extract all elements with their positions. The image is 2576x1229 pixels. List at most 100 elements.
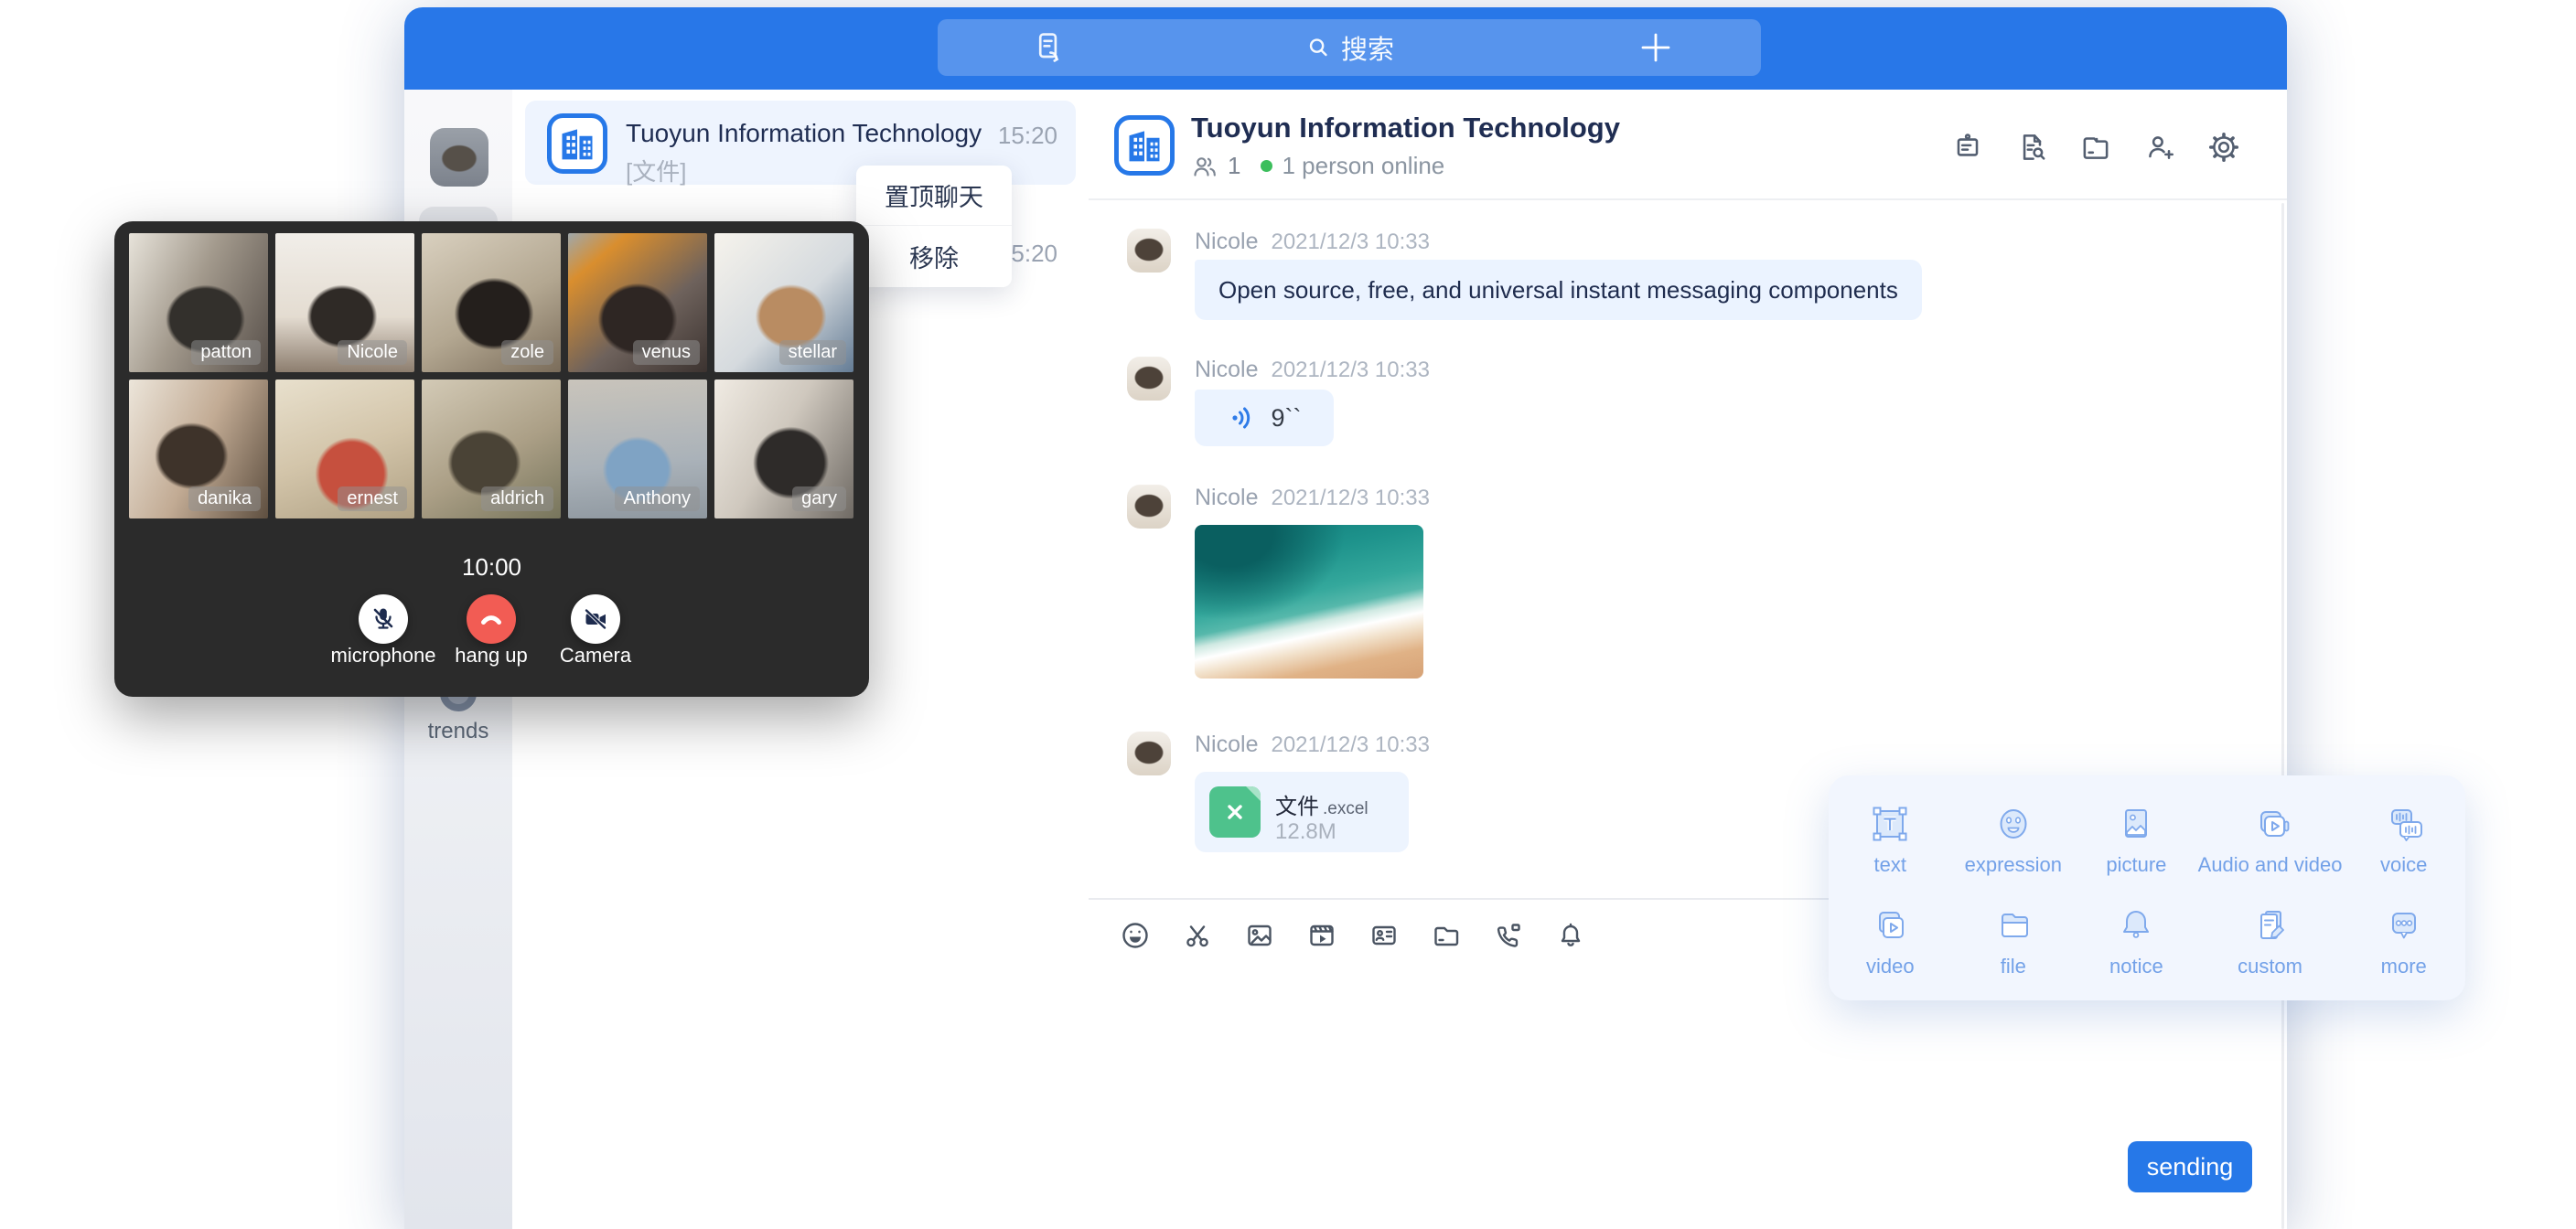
participant-name: stellar [779, 340, 846, 365]
emoji-icon[interactable] [1118, 918, 1153, 953]
sender-name: Nicole [1195, 229, 1258, 255]
mic-off-icon [370, 605, 397, 633]
attach-option-expression[interactable]: expression [1952, 788, 2076, 890]
participant-name: ernest [338, 486, 407, 511]
attach-option-notice[interactable]: notice [2075, 890, 2198, 991]
attach-option-more[interactable]: more [2342, 890, 2465, 991]
group-title: Tuoyun Information Technology [1191, 112, 1620, 144]
participant-tile[interactable]: zole [422, 233, 561, 372]
participant-name: Nicole [338, 340, 407, 365]
screenshot-scissors-icon[interactable] [1180, 918, 1215, 953]
participant-name: gary [792, 486, 846, 511]
announcement-icon[interactable] [1949, 129, 1986, 166]
online-dot [1261, 160, 1272, 172]
participant-name: Anthony [615, 486, 700, 511]
folder-icon[interactable] [1429, 918, 1464, 953]
group-status-row: 1 1 person online [1191, 152, 1444, 180]
voice-wave-icon [1228, 402, 1259, 433]
voice-message-bubble[interactable]: 9`` [1195, 390, 1334, 446]
excel-file-icon [1209, 786, 1261, 838]
voice-duration: 9`` [1272, 404, 1302, 433]
participant-tile[interactable]: stellar [714, 233, 853, 372]
search-field[interactable]: 搜索 [1304, 28, 1394, 67]
notification-bell-icon[interactable] [1553, 918, 1588, 953]
file-size: 12.8M [1275, 819, 1336, 845]
composer-toolbar [1118, 918, 1588, 953]
microphone-button[interactable] [359, 594, 408, 644]
camera-button[interactable] [571, 594, 620, 644]
sender-name: Nicole [1195, 732, 1258, 758]
file-message-bubble[interactable]: 文件.excel 12.8M [1195, 772, 1409, 852]
file-fold-corner [1246, 786, 1261, 801]
participant-tile[interactable]: ernest [275, 379, 414, 518]
search-icon [1304, 34, 1332, 61]
message-time: 2021/12/3 10:33 [1271, 358, 1430, 383]
hang-up-button[interactable] [467, 594, 516, 644]
attach-option-video[interactable]: video [1829, 890, 1952, 991]
attach-option-text[interactable]: text [1829, 788, 1952, 890]
text-icon [1868, 802, 1912, 846]
contact-card-icon[interactable] [1367, 918, 1401, 953]
attach-option-audio-video[interactable]: Audio and video [2198, 788, 2343, 890]
message-meta: Nicole 2021/12/3 10:33 [1195, 485, 1430, 511]
context-menu: 置顶聊天 移除 [856, 166, 1012, 287]
message-scrollbar[interactable] [2281, 203, 2284, 1229]
message-meta: Nicole 2021/12/3 10:33 [1195, 357, 1430, 383]
group-avatar-icon[interactable] [547, 113, 607, 178]
participant-tile[interactable]: Anthony [568, 379, 707, 518]
message-time: 2021/12/3 10:33 [1271, 732, 1430, 758]
chat-header-actions [1949, 129, 2242, 166]
settings-icon[interactable] [2206, 129, 2242, 166]
attach-option-file[interactable]: file [1952, 890, 2076, 991]
participant-tile[interactable]: venus [568, 233, 707, 372]
sender-avatar[interactable] [1127, 485, 1171, 529]
menu-item-pin-chat[interactable]: 置顶聊天 [856, 166, 1012, 226]
video-call-window: patton Nicole zole venus stellar danika … [114, 221, 869, 697]
search-bar[interactable]: 搜索 [938, 19, 1761, 76]
attach-type-panel: text expression picture [1829, 775, 2465, 1000]
participant-tile[interactable]: gary [714, 379, 853, 518]
text-message-bubble[interactable]: Open source, free, and universal instant… [1195, 260, 1922, 320]
sender-avatar[interactable] [1127, 357, 1171, 401]
call-log-icon[interactable] [1029, 29, 1066, 70]
message-time: 2021/12/3 10:33 [1271, 230, 1430, 255]
picture-attach-icon [2114, 802, 2158, 846]
video-clip-icon[interactable] [1304, 918, 1339, 953]
sender-avatar[interactable] [1127, 732, 1171, 775]
sidebar-item-trends[interactable]: trends [404, 719, 512, 744]
participant-tile[interactable]: aldrich [422, 379, 561, 518]
menu-item-remove[interactable]: 移除 [856, 226, 1012, 286]
participant-tile[interactable]: patton [129, 233, 268, 372]
picture-icon[interactable] [1242, 918, 1277, 953]
group-header-icon [1114, 115, 1175, 180]
voice-attach-icon [2382, 802, 2426, 846]
members-icon [1191, 153, 1218, 180]
add-button[interactable] [1637, 29, 1674, 70]
custom-icon [2249, 903, 2292, 947]
conversation-title: Tuoyun Information Technology [626, 119, 982, 148]
sender-avatar[interactable] [1127, 229, 1171, 273]
camera-off-icon [582, 605, 609, 633]
message-meta: Nicole 2021/12/3 10:33 [1195, 732, 1430, 758]
image-message-beach[interactable] [1195, 525, 1423, 679]
participant-tile[interactable]: Nicole [275, 233, 414, 372]
files-icon[interactable] [2077, 129, 2114, 166]
member-count: 1 [1228, 152, 1240, 180]
file-ext: .excel [1323, 799, 1368, 818]
attach-option-picture[interactable]: picture [2075, 788, 2198, 890]
camera-label: Camera [504, 644, 687, 668]
send-button[interactable]: sending [2128, 1141, 2252, 1192]
search-placeholder: 搜索 [1341, 28, 1394, 67]
chat-history-search-icon[interactable] [2013, 129, 2050, 166]
participant-tile[interactable]: danika [129, 379, 268, 518]
attach-option-custom[interactable]: custom [2198, 890, 2343, 991]
add-member-icon[interactable] [2141, 129, 2178, 166]
video-attach-icon [1868, 903, 1912, 947]
call-icon[interactable] [1491, 918, 1526, 953]
call-timer: 10:00 [114, 553, 869, 582]
file-attach-icon [1991, 903, 2035, 947]
user-avatar[interactable] [430, 128, 488, 187]
sender-name: Nicole [1195, 485, 1258, 511]
hang-up-icon [476, 604, 507, 635]
attach-option-voice[interactable]: voice [2342, 788, 2465, 890]
